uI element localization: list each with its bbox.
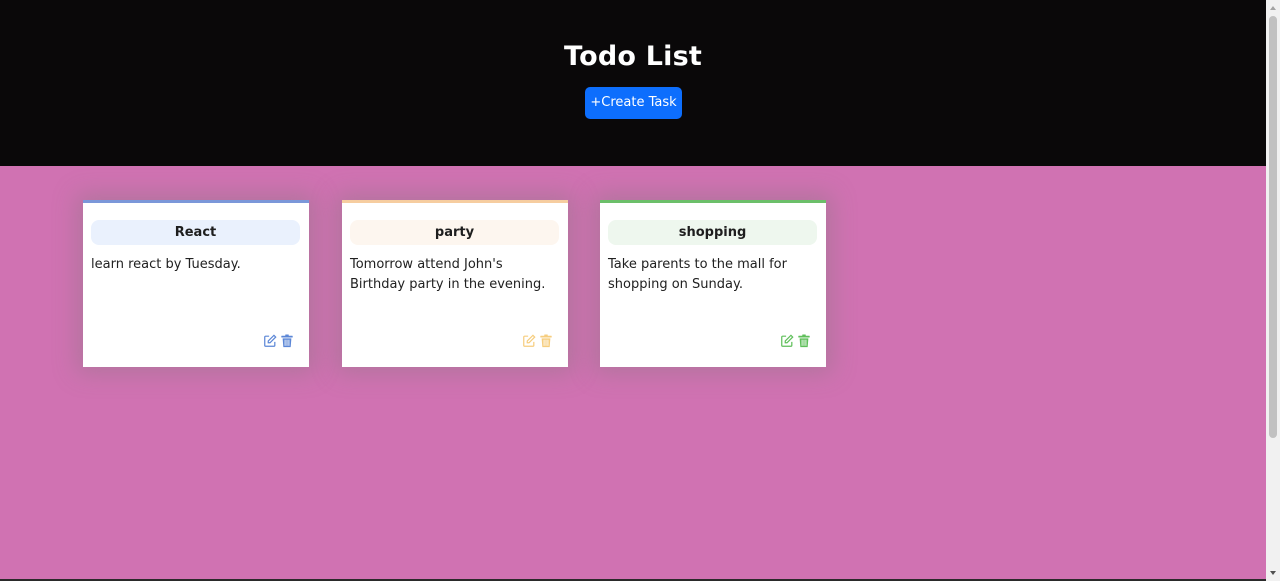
task-title: shopping: [608, 220, 817, 245]
vertical-scrollbar[interactable]: [1266, 0, 1280, 581]
edit-icon[interactable]: [780, 334, 794, 348]
task-title: React: [91, 220, 300, 245]
create-task-button[interactable]: +Create Task: [585, 87, 682, 119]
task-description: Tomorrow attend John's Birthday party in…: [350, 257, 546, 292]
trash-icon[interactable]: [280, 334, 294, 348]
task-description: Take parents to the mall for shopping on…: [608, 257, 787, 292]
task-title: party: [350, 220, 559, 245]
task-card: React learn react by Tuesday.: [83, 200, 309, 367]
trash-icon[interactable]: [539, 334, 553, 348]
task-card: shopping Take parents to the mall for sh…: [600, 200, 826, 367]
edit-icon[interactable]: [263, 334, 277, 348]
task-actions: [780, 334, 811, 348]
edit-icon[interactable]: [522, 334, 536, 348]
scroll-down-arrow-icon[interactable]: [1269, 569, 1277, 577]
app-header: Todo List +Create Task: [0, 0, 1266, 166]
scroll-up-arrow-icon[interactable]: [1269, 4, 1277, 12]
task-actions: [522, 334, 553, 348]
page-title: Todo List: [564, 41, 702, 72]
task-description: learn react by Tuesday.: [91, 257, 241, 272]
scrollbar-thumb[interactable]: [1269, 16, 1277, 438]
trash-icon[interactable]: [797, 334, 811, 348]
task-card: party Tomorrow attend John's Birthday pa…: [342, 200, 568, 367]
task-actions: [263, 334, 294, 348]
